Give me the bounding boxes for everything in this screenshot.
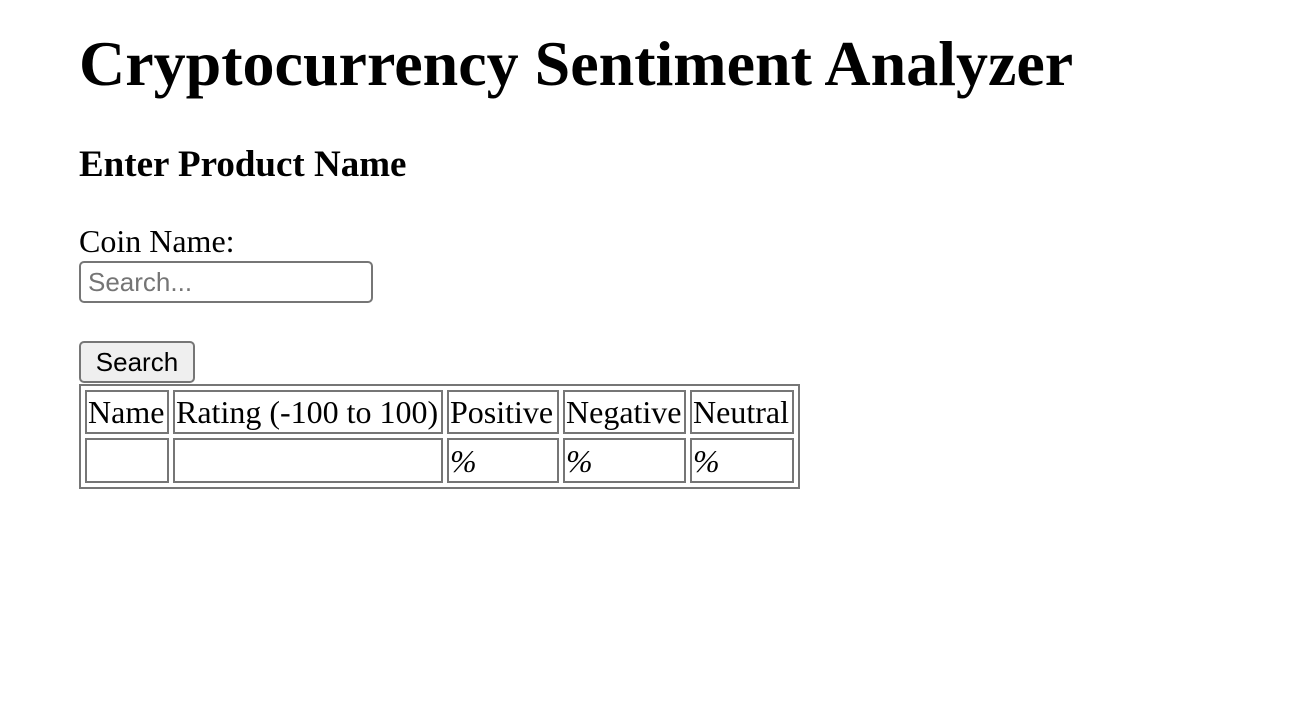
cell-rating	[173, 438, 443, 483]
coin-name-label: Coin Name:	[79, 223, 235, 259]
cell-name	[85, 438, 169, 483]
section-heading: Enter Product Name	[79, 144, 407, 185]
column-header-neutral: Neutral	[690, 390, 794, 434]
cell-negative: %	[563, 438, 686, 483]
table-row: % % %	[85, 438, 794, 483]
column-header-name: Name	[85, 390, 169, 434]
cell-positive: %	[447, 438, 559, 483]
page-title: Cryptocurrency Sentiment Analyzer	[79, 28, 1074, 99]
coin-search-input[interactable]	[79, 261, 373, 303]
results-table: Name Rating (-100 to 100) Positive Negat…	[79, 384, 800, 489]
column-header-negative: Negative	[563, 390, 686, 434]
column-header-positive: Positive	[447, 390, 559, 434]
table-header-row: Name Rating (-100 to 100) Positive Negat…	[85, 390, 794, 434]
column-header-rating: Rating (-100 to 100)	[173, 390, 443, 434]
cell-neutral: %	[690, 438, 794, 483]
search-button[interactable]: Search	[79, 341, 195, 383]
